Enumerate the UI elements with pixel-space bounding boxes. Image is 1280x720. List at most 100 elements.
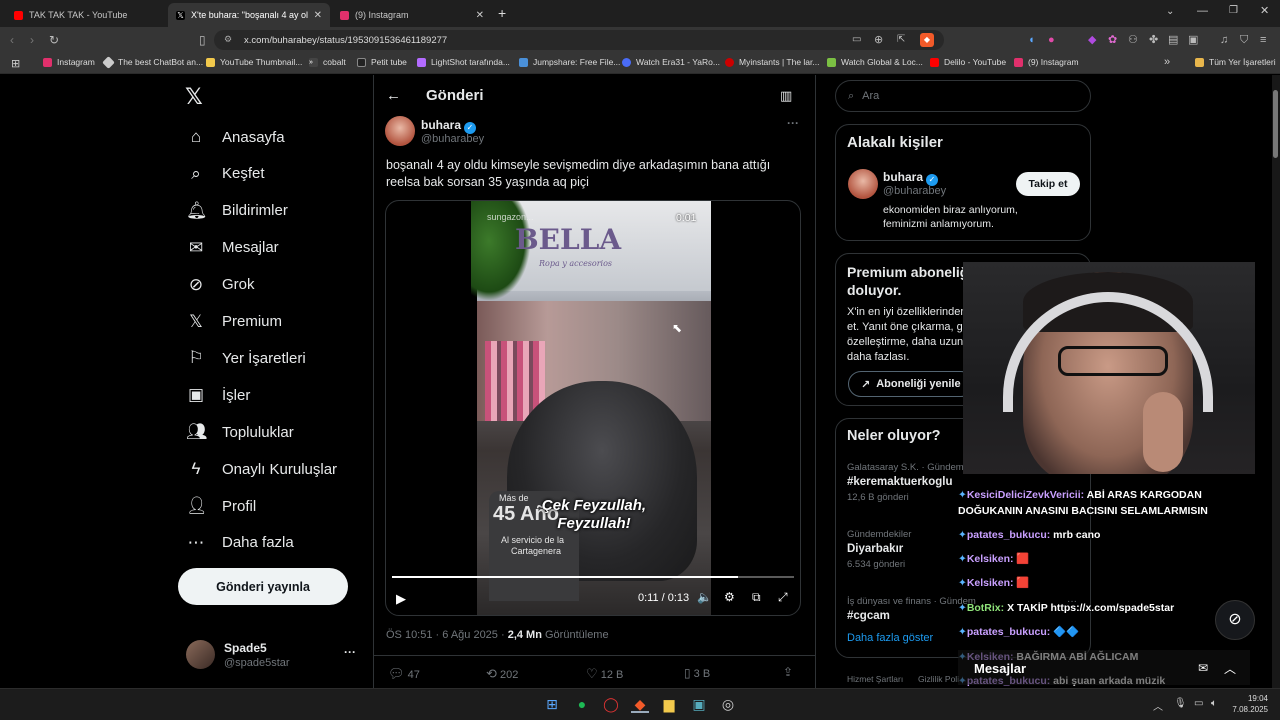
sidebar-toggle-icon[interactable]: ▤ <box>1168 33 1178 47</box>
extension-icon[interactable]: ⚇ <box>1128 33 1138 47</box>
nav-item-briefcase[interactable]: ▣ İşler <box>186 385 250 405</box>
maximize-icon[interactable]: ❐ <box>1229 5 1238 16</box>
network-icon[interactable]: ▭ <box>1194 698 1203 709</box>
bookmark-item[interactable]: » cobalt <box>309 57 346 67</box>
extension-icon[interactable]: ✿ <box>1108 33 1117 47</box>
close-window-icon[interactable]: ✕ <box>1260 4 1269 17</box>
author-name[interactable]: buhara ✓ <box>421 118 477 134</box>
tray-chevron-icon[interactable]: ︿ <box>1153 698 1163 713</box>
renew-subscription-button[interactable]: ↗ Aboneliği yenile <box>848 371 974 397</box>
extension-icon[interactable]: ● <box>1048 33 1055 47</box>
fullscreen-icon[interactable]: ⤢ <box>778 590 788 605</box>
nav-item-x-logo[interactable]: 𝕏 Premium <box>186 312 282 332</box>
extension-icon[interactable]: ◆ <box>1088 33 1096 47</box>
nav-item-bookmark[interactable]: ⚐ Yer İşaretleri <box>186 348 305 368</box>
tab-youtube[interactable]: TAK TAK TAK - YouTube <box>6 3 166 27</box>
chat-username[interactable]: KesiciDeliciZevkVericii: <box>967 489 1084 501</box>
minimize-icon[interactable]: — <box>1197 5 1208 17</box>
site-info-icon[interactable]: ⚙ <box>224 34 232 45</box>
share-icon[interactable]: ⇪ <box>783 665 793 679</box>
address-bar[interactable]: ⚙ x.com/buharabey/status/195309153646118… <box>214 30 944 50</box>
bookmark-item[interactable]: Watch Era31 - YaRo... <box>622 57 720 67</box>
nav-item-home[interactable]: ⌂ Anasayfa <box>186 127 285 147</box>
chat-username[interactable]: Kelsiken: <box>967 553 1014 565</box>
related-handle[interactable]: @buharabey <box>883 185 946 197</box>
speaker-icon[interactable]: 🔈︎ <box>1211 698 1217 709</box>
obs-icon[interactable]: ◎ <box>719 695 737 713</box>
file-explorer-icon[interactable]: ▆ <box>660 695 678 713</box>
bookmark-item[interactable]: YouTube Thumbnail... <box>206 57 302 67</box>
reader-view-icon[interactable]: ▥ <box>780 88 792 104</box>
menu-icon[interactable]: ≡ <box>1260 33 1266 47</box>
expand-up-icon[interactable]: ︿ <box>1224 660 1236 677</box>
bookmark-item[interactable]: The best ChatBot an... <box>102 55 203 69</box>
more-bookmarks-icon[interactable]: » <box>1164 56 1170 68</box>
close-tab-icon[interactable]: ✕ <box>476 10 484 21</box>
bookmark-item[interactable]: Delilo - YouTube <box>930 57 1006 67</box>
spotify-icon[interactable]: ● <box>573 695 591 713</box>
page-scrollbar[interactable] <box>1272 75 1280 688</box>
taskbar-clock[interactable]: 19:04 7.08.2025 <box>1232 693 1268 715</box>
search-box[interactable]: ⌕ Ara <box>835 80 1091 112</box>
settings-icon[interactable]: ⚙ <box>724 590 735 604</box>
post-button[interactable]: Gönderi yayınla <box>178 568 348 605</box>
bookmark-page-icon[interactable]: ▯ <box>199 33 206 47</box>
music-icon[interactable]: ♫ <box>1220 33 1228 47</box>
author-avatar[interactable] <box>385 116 415 146</box>
share-icon[interactable]: ⇱ <box>897 33 905 47</box>
scrollbar-thumb[interactable] <box>1273 90 1278 158</box>
bookmark-item[interactable]: Petit tube <box>357 57 407 67</box>
nav-item-bolt[interactable]: ϟ Onaylı Kuruluşlar <box>186 459 338 479</box>
bookmark-item[interactable]: Jumpshare: Free File... <box>519 57 620 67</box>
reply-button[interactable]: 💬︎ 47 <box>388 666 420 682</box>
bookmark-item[interactable]: Instagram <box>43 57 95 67</box>
picture-in-picture-icon[interactable]: ⧉ <box>752 590 761 605</box>
x-logo-icon[interactable]: 𝕏 <box>185 84 203 110</box>
new-tab-button[interactable]: + <box>498 5 506 21</box>
messages-drawer[interactable]: Mesajlar ✉ ︿ <box>958 650 1250 685</box>
post-more-icon[interactable]: ··· <box>787 116 799 130</box>
nav-item-grok[interactable]: ⊘ Grok <box>186 275 255 295</box>
nav-item-person[interactable]: 👤︎ Profil <box>186 496 256 516</box>
bookmark-item[interactable]: Watch Global & Loc... <box>827 57 923 67</box>
tab-instagram[interactable]: (9) Instagram ✕ <box>332 3 492 27</box>
follow-button[interactable]: Takip et <box>1016 172 1080 196</box>
bookmark-button[interactable]: ▯ 3 B <box>684 666 710 680</box>
reading-list-icon[interactable]: ▣ <box>1188 33 1198 47</box>
play-icon[interactable]: ▶ <box>396 591 406 607</box>
chat-username[interactable]: BotRix: <box>967 602 1004 614</box>
terms-link[interactable]: Hizmet Şartları <box>847 674 903 684</box>
zoom-icon[interactable]: ⊕ <box>874 33 883 47</box>
chat-username[interactable]: patates_bukucu: <box>967 626 1050 638</box>
vpn-icon[interactable]: ⛉ <box>1240 33 1248 47</box>
like-button[interactable]: ♡ 12 B <box>586 666 623 682</box>
nav-item-bell[interactable]: 🔔︎ Bildirimler <box>186 201 288 221</box>
close-tab-icon[interactable]: ✕ <box>314 10 322 21</box>
forward-icon[interactable]: › <box>30 33 34 47</box>
tab-search-icon[interactable]: ⌄ <box>1166 6 1174 17</box>
compose-message-icon[interactable]: ✉ <box>1198 661 1208 675</box>
author-handle[interactable]: @buharabey <box>421 133 484 145</box>
nav-item-more-circle[interactable]: ⋯ Daha fazla <box>186 533 294 553</box>
repost-button[interactable]: ⟲ 202 <box>486 666 518 682</box>
brave-shield-icon[interactable]: ◆ <box>920 33 934 47</box>
account-avatar[interactable] <box>186 640 215 669</box>
all-bookmarks-folder[interactable]: Tüm Yer İşaretleri <box>1195 57 1276 67</box>
windows-start-icon[interactable]: ⊞ <box>543 695 561 713</box>
back-icon[interactable]: ‹ <box>10 33 14 47</box>
account-more-icon[interactable]: ··· <box>344 645 356 659</box>
opera-icon[interactable]: ◯ <box>602 695 620 713</box>
mic-icon[interactable]: 🎙︎ <box>1174 698 1187 709</box>
extensions-puzzle-icon[interactable]: ✤ <box>1149 33 1158 47</box>
bookmark-item[interactable]: Myinstants | The lar... <box>725 57 819 67</box>
grok-float-icon[interactable]: ⊘ <box>1215 600 1255 640</box>
brave-icon[interactable]: ◆ <box>631 695 649 713</box>
nav-item-search[interactable]: ⌕ Keşfet <box>186 164 264 184</box>
chat-username[interactable]: Kelsiken: <box>967 577 1014 589</box>
nav-item-people[interactable]: 👥︎ Topluluklar <box>186 422 294 442</box>
bookmark-item[interactable]: (9) Instagram <box>1014 57 1079 67</box>
reload-icon[interactable]: ↻ <box>49 33 59 47</box>
extension-icon[interactable]: ◖ <box>1028 33 1035 47</box>
related-name[interactable]: buhara ✓ <box>883 170 939 186</box>
volume-icon[interactable]: 🔈 <box>697 590 712 604</box>
